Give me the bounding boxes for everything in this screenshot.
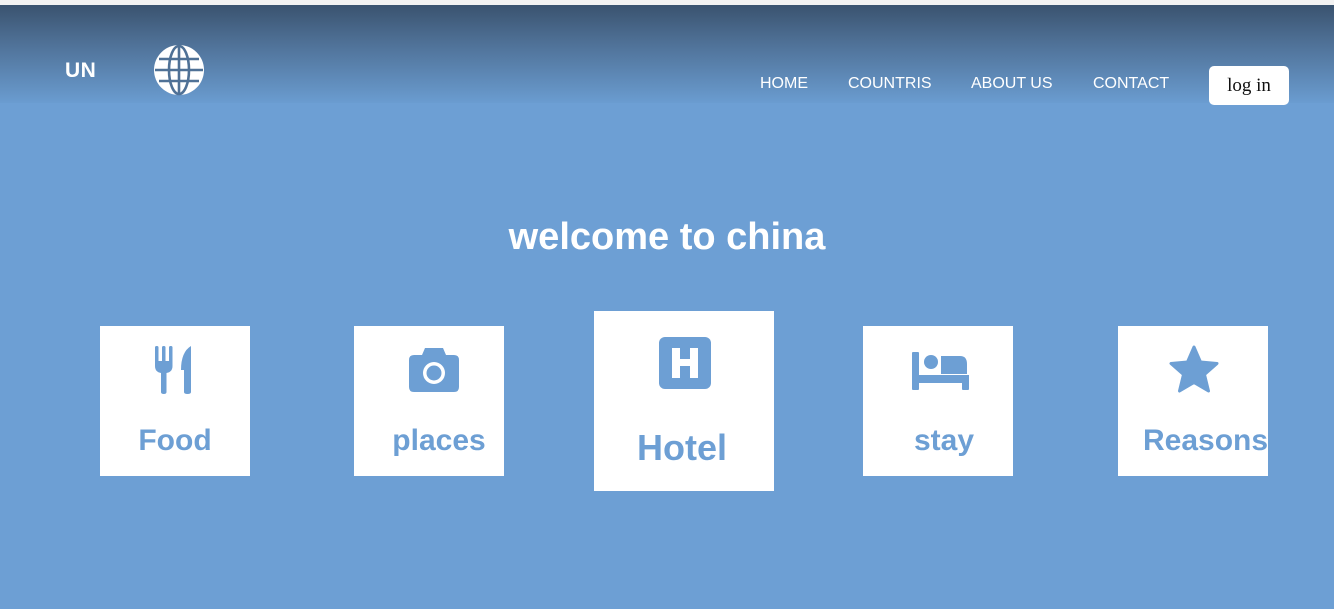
page: UN HOME COUNTRIS ABOUT US CONTACT log in… <box>0 5 1334 609</box>
card-label: Hotel <box>637 427 727 468</box>
card-reasons[interactable]: Reasons <box>1118 326 1268 476</box>
card-label: places <box>392 424 486 457</box>
card-hotel[interactable]: Hotel <box>594 311 774 491</box>
card-label: stay <box>913 424 975 457</box>
star-icon <box>1169 345 1219 393</box>
card-label: Reasons <box>1143 424 1268 457</box>
bed-icon <box>912 352 969 390</box>
globe-icon[interactable] <box>153 44 205 96</box>
camera-icon <box>409 348 459 392</box>
nav-countries[interactable]: COUNTRIS <box>848 75 932 93</box>
hospital-h-icon <box>659 337 711 389</box>
card-label: Food <box>138 424 212 457</box>
login-button[interactable]: log in <box>1209 66 1289 105</box>
logo-text[interactable]: UN <box>65 59 96 83</box>
nav-home[interactable]: HOME <box>760 75 808 93</box>
header: UN HOME COUNTRIS ABOUT US CONTACT log in <box>0 5 1334 105</box>
nav-contact[interactable]: CONTACT <box>1093 75 1169 93</box>
card-stay[interactable]: stay <box>863 326 1013 476</box>
utensils-icon <box>155 346 191 394</box>
card-food[interactable]: Food <box>100 326 250 476</box>
card-places[interactable]: places <box>354 326 504 476</box>
nav-about-us[interactable]: ABOUT US <box>971 75 1053 93</box>
page-title: welcome to china <box>508 216 826 258</box>
